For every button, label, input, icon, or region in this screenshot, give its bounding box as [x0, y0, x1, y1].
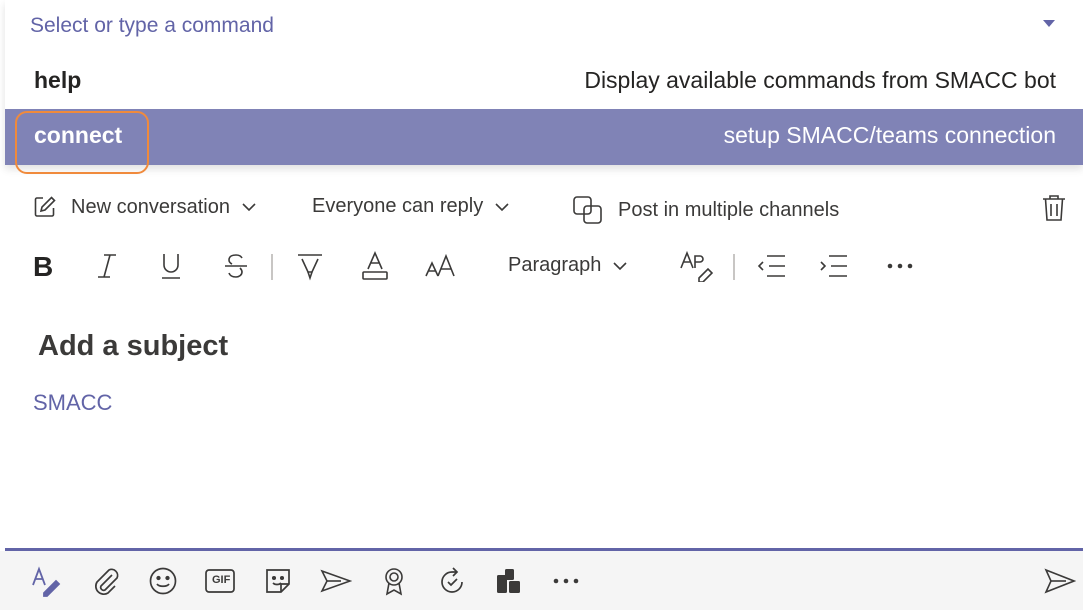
multiple-channels-icon [573, 196, 602, 224]
sticker-icon [266, 569, 290, 593]
gif-button[interactable]: GIF [204, 565, 236, 597]
command-menu: Select or type a command help Display av… [5, 0, 1083, 174]
more-options-icon [887, 263, 913, 269]
sticker-button[interactable] [262, 565, 294, 597]
strikethrough-button[interactable] [220, 250, 252, 282]
command-name: help [34, 67, 82, 93]
attach-button[interactable] [90, 565, 122, 597]
strikethrough-icon [225, 254, 247, 278]
command-description: Display available commands from SMACC bo… [584, 67, 1056, 93]
chevron-down-icon [242, 203, 256, 212]
message-body[interactable]: SMACC [33, 390, 112, 416]
font-color-icon [362, 251, 388, 280]
send-icon [1044, 568, 1076, 594]
font-size-button[interactable] [424, 250, 458, 282]
meet-now-button[interactable] [320, 565, 352, 597]
decrease-indent-icon [757, 255, 785, 277]
post-multiple-channels-button[interactable]: Post in multiple channels [572, 195, 839, 225]
command-description: setup SMACC/teams connection [723, 122, 1056, 148]
command-name: connect [34, 122, 123, 148]
more-apps-button[interactable] [550, 565, 582, 597]
gif-label: GIF [212, 574, 231, 586]
command-search[interactable]: Select or type a command [5, 0, 1083, 54]
apps-button[interactable] [493, 565, 525, 597]
more-icon [553, 578, 579, 584]
increase-indent-icon [820, 255, 847, 277]
reply-setting-label: Everyone can reply [312, 195, 484, 217]
font-color-button[interactable] [360, 250, 390, 282]
send-button[interactable] [1044, 565, 1076, 597]
command-item-help[interactable]: help Display available commands from SMA… [5, 54, 1083, 110]
bold-button[interactable]: B [28, 250, 56, 282]
highlight-button[interactable] [294, 250, 326, 282]
loop-icon [441, 567, 463, 593]
post-multiple-label: Post in multiple channels [618, 198, 840, 221]
paragraph-style-dropdown[interactable]: Paragraph [508, 254, 627, 277]
toolbar-separator [271, 254, 273, 280]
clear-formatting-icon [680, 250, 713, 282]
command-item-connect[interactable]: connect setup SMACC/teams connection [5, 109, 1083, 174]
svg-text:B: B [33, 252, 53, 280]
delete-button[interactable] [1041, 193, 1067, 223]
message-extensions-bar: GIF [0, 551, 1083, 610]
apps-icon [497, 569, 520, 593]
increase-indent-button[interactable] [818, 250, 850, 282]
highlight-icon [298, 254, 322, 281]
new-conversation-label: New conversation [71, 195, 230, 218]
command-search-placeholder: Select or type a command [30, 14, 274, 37]
underline-icon [162, 254, 180, 279]
emoji-button[interactable] [147, 565, 179, 597]
chevron-down-icon [613, 261, 627, 270]
reply-setting-dropdown[interactable]: Everyone can reply [312, 195, 509, 218]
compose-icon [34, 196, 56, 217]
subject-input[interactable]: Add a subject [38, 330, 228, 363]
caret-down-icon[interactable] [1043, 20, 1055, 27]
font-size-icon [425, 253, 455, 277]
attach-icon [94, 568, 119, 596]
praise-icon [385, 568, 403, 596]
decrease-indent-button[interactable] [756, 250, 788, 282]
bold-icon: B [33, 252, 53, 280]
format-toolbar: B Paragraph [0, 242, 1083, 290]
italic-button[interactable] [92, 250, 122, 282]
format-icon [32, 566, 61, 597]
emoji-icon [149, 567, 177, 595]
format-button[interactable] [30, 565, 62, 597]
meet-now-icon [320, 569, 352, 593]
new-conversation-button[interactable]: New conversation [33, 195, 256, 219]
trash-icon [1043, 195, 1065, 221]
praise-button[interactable] [378, 565, 410, 597]
clear-formatting-button[interactable] [678, 250, 714, 282]
post-options-bar: New conversation Everyone can reply Post… [0, 187, 1083, 233]
italic-icon [98, 254, 116, 278]
paragraph-label: Paragraph [508, 254, 602, 276]
toolbar-separator [733, 254, 735, 280]
underline-button[interactable] [156, 250, 186, 282]
loop-button[interactable] [436, 565, 468, 597]
more-formatting-button[interactable] [884, 250, 916, 282]
chevron-down-icon [495, 202, 509, 211]
